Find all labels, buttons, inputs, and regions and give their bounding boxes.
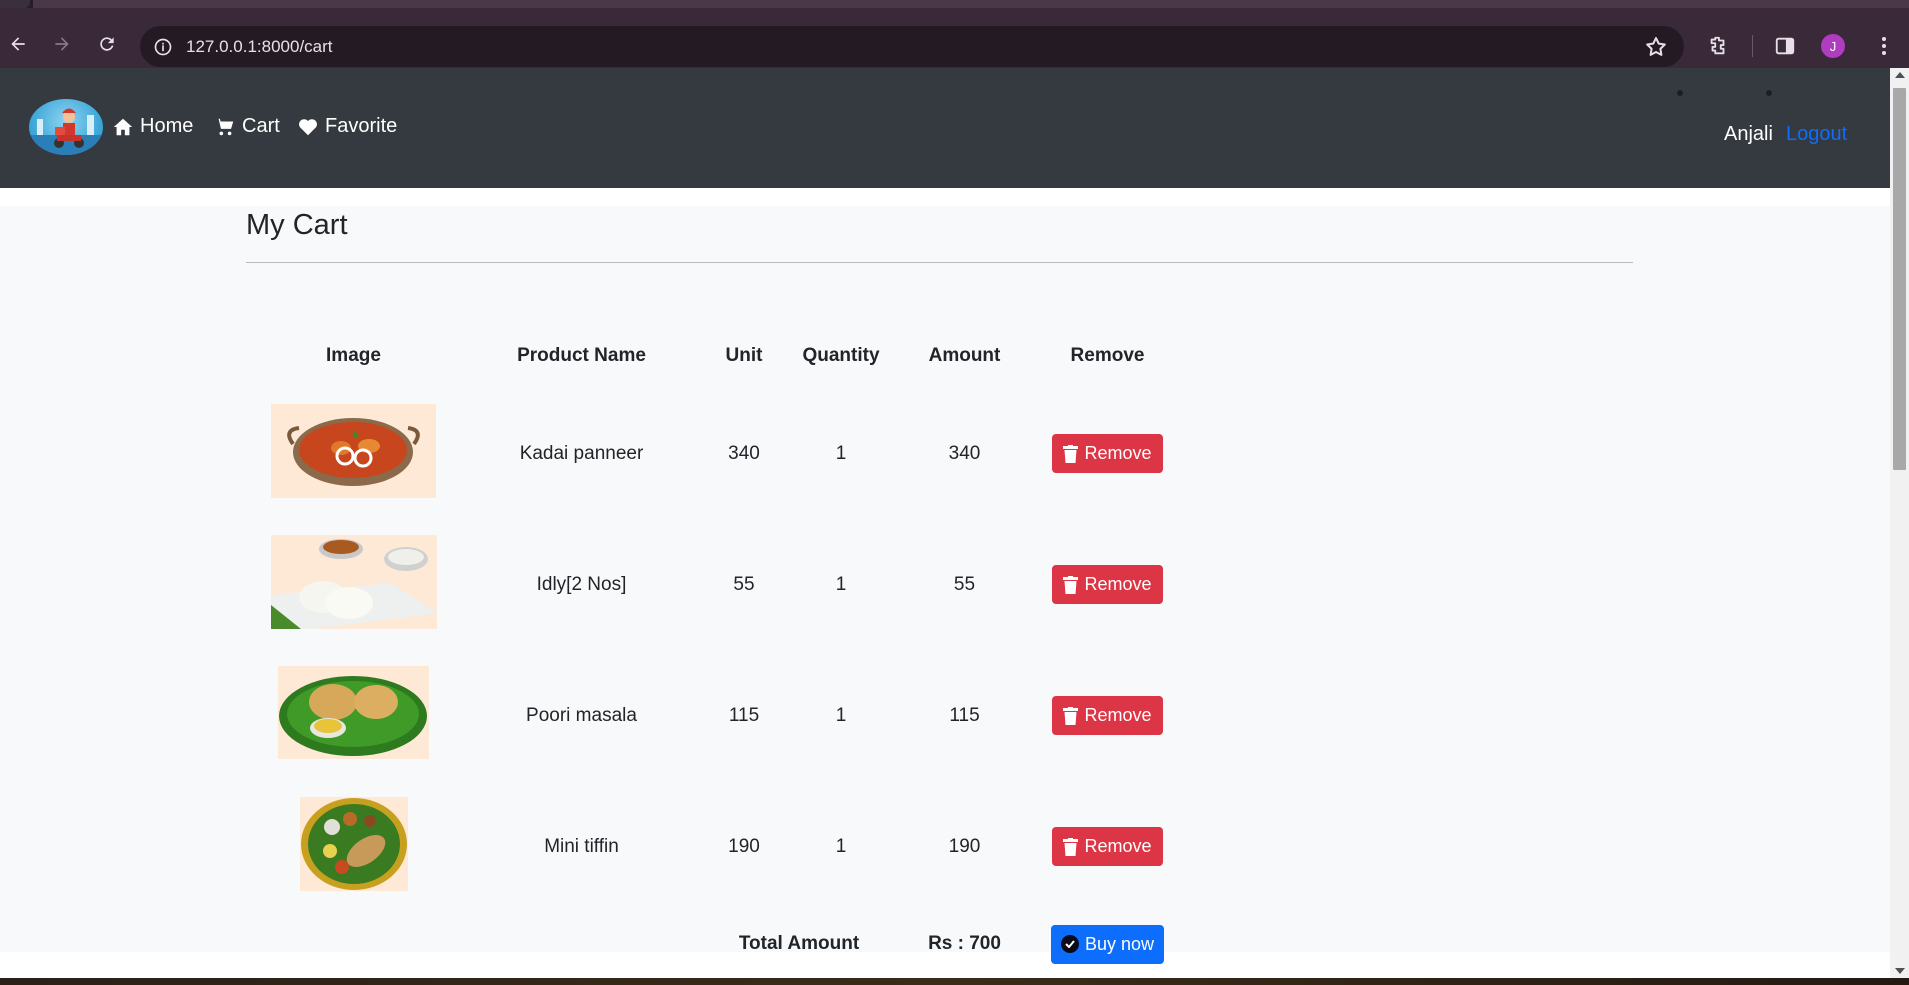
check-circle-icon [1060, 935, 1079, 953]
reload-button[interactable] [89, 26, 125, 62]
table-row: Poori masala 115 1 115 Remove [246, 650, 1182, 781]
amount: 115 [949, 704, 980, 726]
remove-button[interactable]: Remove [1052, 434, 1163, 473]
trash-icon [1063, 575, 1079, 594]
product-image-poori-masala [278, 666, 429, 759]
unit-price: 190 [728, 835, 760, 857]
header-image: Image [326, 345, 381, 366]
heart-icon [299, 118, 317, 135]
nav-cart[interactable]: Cart [214, 115, 280, 138]
forward-button[interactable] [44, 26, 80, 62]
unit-price: 55 [733, 573, 755, 595]
table-row: Kadai panneer 340 1 340 Remove [246, 388, 1182, 519]
extensions-icon[interactable] [1702, 30, 1734, 62]
reload-icon [100, 37, 114, 51]
url-text[interactable]: 127.0.0.1:8000/cart [186, 37, 333, 57]
bookmark-star-icon[interactable] [1644, 35, 1668, 59]
nav-favorite-label: Favorite [325, 115, 398, 137]
logout-link[interactable]: Logout [1786, 123, 1847, 146]
address-bar[interactable]: 127.0.0.1:8000/cart [140, 26, 1684, 67]
home-icon [113, 118, 133, 135]
remove-button[interactable]: Remove [1052, 696, 1163, 735]
product-image-kadai-panneer [271, 403, 436, 498]
browser-tab[interactable] [0, 0, 30, 8]
nav-favorite[interactable]: Favorite [297, 115, 397, 138]
unit-price: 340 [728, 442, 760, 464]
amount: 340 [948, 442, 981, 464]
cart-table: Image Product Name Unit Quantity Amount … [246, 324, 1182, 976]
nav-home[interactable]: Home [112, 115, 193, 138]
nav-cart-label: Cart [242, 115, 280, 137]
unit-price: 115 [728, 704, 760, 726]
remove-button[interactable]: Remove [1052, 827, 1163, 866]
product-name: Mini tiffin [544, 835, 619, 857]
table-row: Idly[2 Nos] 55 1 55 Remove [246, 519, 1182, 650]
amount: 190 [948, 835, 981, 857]
page-scrollbar[interactable] [1890, 68, 1909, 978]
arrow-right-icon [55, 37, 69, 51]
header-quantity: Quantity [802, 345, 880, 366]
scrollbar-thumb[interactable] [1893, 88, 1906, 470]
header-remove: Remove [1070, 345, 1145, 366]
table-row: Mini tiffin 190 1 190 Remove [246, 781, 1182, 912]
nav-home-label: Home [140, 115, 194, 137]
arrow-left-icon [11, 37, 25, 51]
side-panel-icon[interactable] [1769, 30, 1801, 62]
header-amount: Amount [928, 345, 1001, 366]
product-image-mini-tiffin [299, 796, 408, 891]
quantity: 1 [835, 835, 847, 857]
cart-section: My Cart Image Product Name Unit Quantity… [0, 206, 1890, 964]
desktop-strip [0, 978, 1909, 985]
scroll-up-arrow-icon[interactable] [1895, 72, 1905, 78]
page-title: My Cart [246, 209, 348, 241]
quantity: 1 [835, 573, 847, 595]
total-value: Rs : 700 [928, 933, 1001, 954]
product-name: Kadai panneer [519, 442, 644, 464]
quantity: 1 [835, 442, 847, 464]
trash-icon [1063, 837, 1079, 856]
title-divider [246, 262, 1633, 263]
back-button[interactable] [0, 26, 36, 62]
product-name: Poori masala [526, 704, 637, 726]
browser-toolbar: 127.0.0.1:8000/cart J [0, 8, 1909, 68]
product-name: Idly[2 Nos] [536, 573, 627, 595]
site-logo[interactable] [29, 99, 103, 155]
total-row: Total Amount Rs : 700 Buy now [246, 912, 1182, 976]
trash-icon [1063, 444, 1079, 463]
product-image-idly [270, 534, 437, 629]
table-header-row: Image Product Name Unit Quantity Amount … [246, 324, 1182, 388]
site-info-icon[interactable] [150, 34, 176, 60]
cart-icon [214, 118, 234, 135]
scroll-down-arrow-icon[interactable] [1895, 968, 1905, 974]
buy-now-button[interactable]: Buy now [1050, 924, 1165, 964]
remove-button[interactable]: Remove [1052, 565, 1163, 604]
total-label: Total Amount [738, 933, 860, 954]
trash-icon [1063, 706, 1079, 725]
navbar: Home Cart Favorite Anjali Logout [0, 68, 1890, 188]
menu-kebab-icon[interactable] [1868, 30, 1900, 62]
page-viewport: Home Cart Favorite Anjali Logout My Cart… [0, 68, 1890, 978]
quantity: 1 [835, 704, 847, 726]
user-name: Anjali [1724, 123, 1773, 145]
amount: 55 [953, 573, 976, 595]
profile-avatar[interactable]: J [1821, 34, 1845, 58]
header-unit: Unit [725, 345, 763, 366]
delivery-logo-icon [29, 108, 103, 155]
header-product-name: Product Name [517, 345, 646, 366]
tab-strip [0, 0, 1909, 8]
